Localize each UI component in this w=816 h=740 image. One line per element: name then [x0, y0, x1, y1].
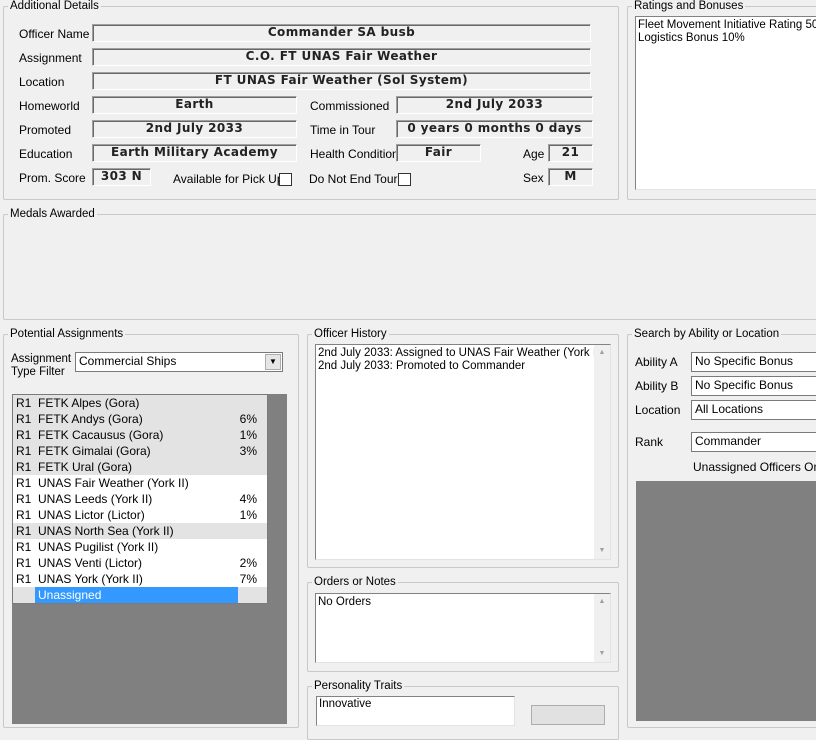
prom-score-value: 303 N [92, 168, 151, 186]
ability-a-label: Ability A [635, 355, 678, 369]
assignments-list[interactable]: R1 FETK Alpes (Gora) R1 FETK Andys (Gora) 6… [12, 394, 268, 604]
potential-assignments-title: Potential Assignments [10, 328, 124, 340]
assignment-label: Assignment [19, 51, 82, 65]
officer-name-value: Commander SA busb [92, 24, 591, 42]
history-scrollbar[interactable]: ▲ ▼ [594, 345, 610, 559]
orders-title: Orders or Notes [314, 576, 396, 588]
ability-b-select[interactable]: No Specific Bonus [691, 376, 816, 396]
location-value: FT UNAS Fair Weather (Sol System) [92, 72, 591, 90]
assignment-type-filter[interactable]: Commercial Ships ▼ [75, 352, 283, 372]
list-item[interactable]: R1 UNAS York (York II) 7% [13, 571, 267, 587]
list-item[interactable]: R1 FETK Ural (Gora) [13, 459, 267, 475]
filter-label-line1: Assignment [11, 353, 72, 365]
available-pickup-label: Available for Pick Up [173, 172, 284, 186]
do-not-end-tour-label: Do Not End Tour [309, 172, 398, 186]
filter-value: Commercial Ships [79, 354, 177, 368]
personality-button[interactable] [531, 705, 605, 725]
homeworld-label: Homeworld [19, 99, 80, 113]
medals-group: Medals Awarded [3, 208, 816, 320]
officer-name-label: Officer Name [19, 27, 90, 41]
scroll-down-icon[interactable]: ▼ [594, 543, 610, 559]
officers-list-panel[interactable] [636, 481, 816, 721]
ability-a-value: No Specific Bonus [695, 354, 794, 368]
list-item[interactable]: R1 FETK Gimalai (Gora) 3% [13, 443, 267, 459]
do-not-end-tour-checkbox[interactable] [398, 173, 411, 186]
education-label: Education [19, 147, 73, 161]
list-item[interactable]: R1 UNAS Leeds (York II) 4% [13, 491, 267, 507]
list-item[interactable]: R1 FETK Alpes (Gora) [13, 395, 267, 411]
promoted-value: 2nd July 2033 [92, 120, 297, 138]
orders-scrollbar[interactable]: ▲ ▼ [594, 594, 610, 662]
rank-value: Commander [695, 434, 762, 448]
search-location-value: All Locations [695, 402, 764, 416]
orders-textbox[interactable]: No Orders ▲ ▼ [315, 593, 611, 663]
rank-select[interactable]: Commander [691, 432, 816, 452]
list-item[interactable]: R1 UNAS Fair Weather (York II) [13, 475, 267, 491]
time-in-tour-label: Time in Tour [310, 123, 376, 137]
additional-details-title: Additional Details [10, 0, 99, 12]
list-item[interactable]: R1 FETK Andys (Gora) 6% [13, 411, 267, 427]
sex-value: M [548, 168, 593, 186]
assignment-value: C.O. FT UNAS Fair Weather [92, 48, 591, 66]
chevron-down-icon[interactable]: ▼ [265, 354, 281, 370]
orders-text: No Orders [318, 596, 372, 608]
homeworld-value: Earth [92, 96, 297, 114]
list-item-selected[interactable]: Unassigned [13, 587, 267, 603]
officer-history-title: Officer History [314, 328, 387, 340]
education-value: Earth Military Academy [92, 144, 297, 162]
location-label: Location [19, 75, 65, 89]
age-value: 21 [548, 144, 593, 162]
health-label: Health Condition [310, 147, 399, 161]
ratings-title: Ratings and Bonuses [634, 0, 744, 12]
list-item[interactable]: R1 FETK Cacausus (Gora) 1% [13, 427, 267, 443]
ability-a-select[interactable]: No Specific Bonus [691, 352, 816, 372]
scroll-up-icon[interactable]: ▲ [594, 345, 610, 361]
age-label: Age [523, 147, 545, 161]
sex-label: Sex [523, 171, 544, 185]
search-location-label: Location [635, 403, 681, 417]
personality-textbox[interactable]: Innovative [316, 696, 515, 726]
health-value: Fair [396, 144, 481, 162]
search-location-select[interactable]: All Locations [691, 400, 816, 420]
history-line: 2nd July 2033: Promoted to Commander [318, 360, 526, 372]
personality-title: Personality Traits [314, 680, 403, 692]
list-item[interactable]: R1 UNAS Venti (Lictor) 2% [13, 555, 267, 571]
personality-trait: Innovative [319, 698, 372, 710]
list-item[interactable]: R1 UNAS North Sea (York II) [13, 523, 267, 539]
search-title: Search by Ability or Location [634, 328, 780, 340]
time-in-tour-value: 0 years 0 months 0 days [396, 120, 593, 138]
rating-line: Logistics Bonus 10% [638, 32, 745, 44]
ability-b-value: No Specific Bonus [695, 378, 794, 392]
rating-line: Fleet Movement Initiative Rating 506 [638, 19, 816, 31]
prom-score-label: Prom. Score [19, 171, 86, 185]
ability-b-label: Ability B [635, 379, 679, 393]
history-line: 2nd July 2033: Assigned to UNAS Fair Wea… [318, 347, 604, 359]
commissioned-label: Commissioned [310, 99, 390, 113]
history-textbox[interactable]: 2nd July 2033: Assigned to UNAS Fair Wea… [315, 344, 611, 560]
promoted-label: Promoted [19, 123, 72, 137]
scroll-down-icon[interactable]: ▼ [594, 646, 610, 662]
unassigned-only-label[interactable]: Unassigned Officers Only [693, 460, 816, 474]
rank-label: Rank [635, 435, 664, 449]
list-item[interactable]: R1 UNAS Pugilist (York II) [13, 539, 267, 555]
ratings-textbox[interactable]: Fleet Movement Initiative Rating 506 Log… [635, 16, 816, 190]
filter-label-line2: Type Filter [11, 366, 65, 378]
medals-title: Medals Awarded [10, 208, 95, 220]
commissioned-value: 2nd July 2033 [396, 96, 593, 114]
scroll-up-icon[interactable]: ▲ [594, 594, 610, 610]
list-item[interactable]: R1 UNAS Lictor (Lictor) 1% [13, 507, 267, 523]
available-pickup-checkbox[interactable] [279, 173, 292, 186]
